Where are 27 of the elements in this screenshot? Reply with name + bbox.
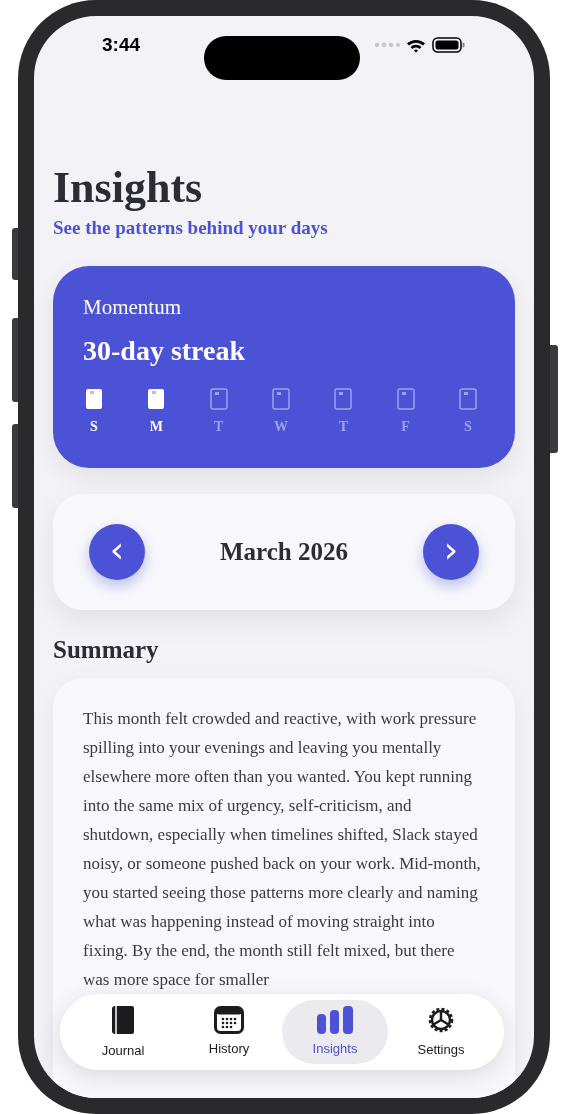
tab-button[interactable]: Settings [388,1000,494,1064]
book-icon [110,1003,136,1036]
summary-text: This month felt crowded and reactive, with work pressure spilling into your evenings and leaving you mentally elsewhere more often than you wanted. You kept running into the same mix of urgency, self-criticism, and shutdown, especially when timelines shifted, Slack stayed noisy, or someone pushed back on your work. Mid-month, you started seeing those patterns more clearly and naming what was happening instead of moving straight into fixing. By the end, the month still felt mixed, but there was more space for smaller [83,708,482,991]
wifi-icon [406,37,426,53]
weekday-label: S [464,418,472,436]
page-subtitle: See the patterns behind your days [53,216,329,240]
weekday-label: M [149,418,163,436]
tab-button[interactable]: History [176,1000,282,1064]
page-title: Insights [53,162,204,214]
card-label: Momentum [83,294,182,320]
weekday-label: F [401,418,410,436]
bar-chart-icon [317,1005,353,1034]
tab-button[interactable]: Insights [282,1000,388,1064]
status-time: 3:44 [102,32,141,57]
month-label: March 2026 [220,537,348,568]
weekday-label: S [90,418,98,436]
weekday-label: T [338,418,348,436]
previous-month-button[interactable]: ‹ [89,524,145,580]
battery-icon [432,37,466,53]
signal-icon [374,42,400,48]
tab-button[interactable]: Journal [70,1000,176,1064]
streak-text: 30-day streak [83,334,247,368]
calendar-icon [214,1005,244,1034]
weekday-label: W [274,418,288,436]
section-heading: Summary [53,635,160,665]
next-month-button[interactable]: › [423,524,479,580]
weekday-label: T [214,418,224,436]
